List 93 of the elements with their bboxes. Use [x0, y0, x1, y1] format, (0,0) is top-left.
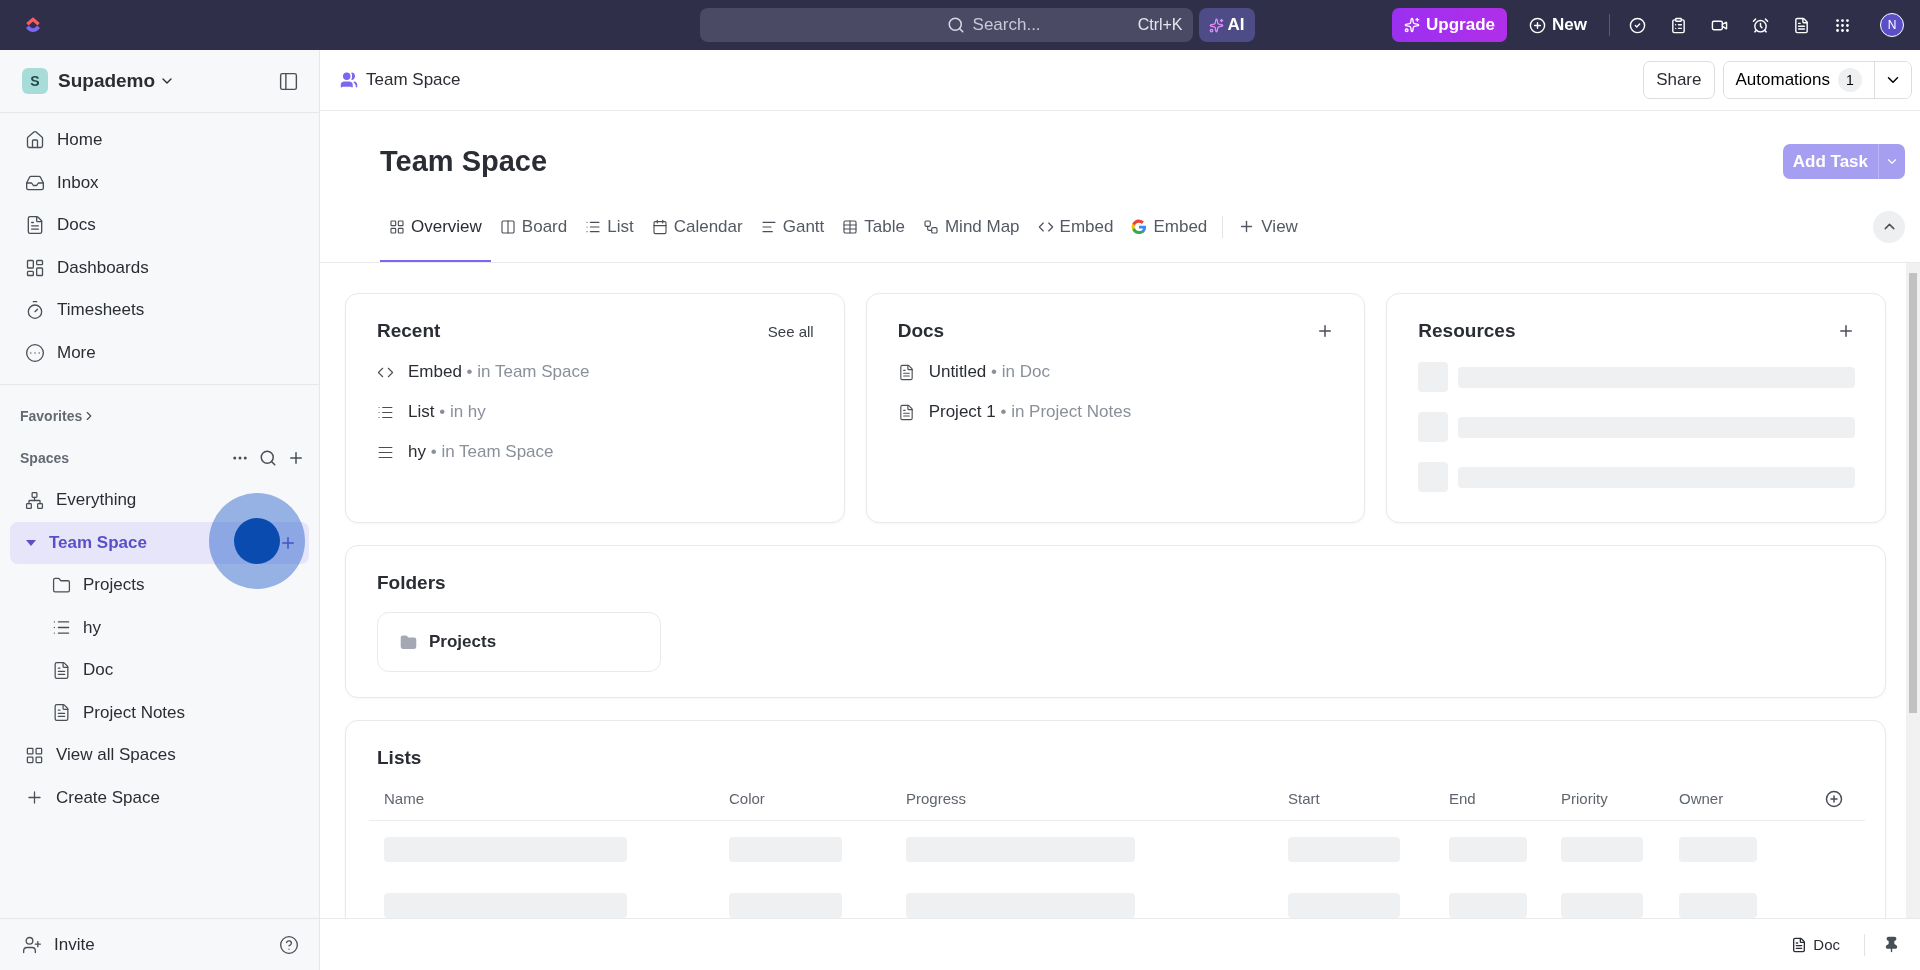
mindmap-icon — [922, 218, 939, 235]
collapse-button[interactable] — [1873, 210, 1905, 243]
pin-icon[interactable] — [1883, 936, 1900, 953]
recent-item[interactable]: hy • in Team Space — [408, 442, 554, 462]
card-title: Folders — [377, 572, 446, 593]
document-icon — [25, 215, 45, 236]
plus-icon — [1529, 16, 1547, 34]
sidebar-item[interactable]: Everything — [10, 479, 309, 522]
board-icon — [499, 218, 516, 235]
section-label: Spaces — [20, 450, 70, 466]
workspace-switcher[interactable]: Supademo — [58, 70, 176, 92]
search-placeholder: Search... — [972, 15, 1041, 35]
scrollbar-thumb[interactable] — [1909, 273, 1917, 713]
sparkle-icon — [1404, 17, 1421, 33]
search-icon[interactable] — [259, 449, 277, 467]
view-tab[interactable]: Board — [490, 191, 577, 262]
sidebar-item[interactable]: hy — [10, 606, 309, 649]
shortcut-hint: Ctrl+K — [1137, 16, 1183, 34]
page-title: Team Space — [380, 145, 548, 178]
add-view-button[interactable]: View — [1229, 191, 1307, 262]
ai-button[interactable]: AI — [1198, 8, 1255, 42]
nav-item[interactable]: Dashboards — [10, 246, 309, 289]
add-icon[interactable] — [287, 449, 305, 467]
see-all-link[interactable]: See all — [767, 322, 814, 340]
sidebar-item[interactable]: Create Space — [10, 776, 309, 819]
folder-tile[interactable]: Projects — [377, 612, 661, 672]
new-button[interactable]: New — [1521, 8, 1595, 42]
sidebar-item[interactable]: Project Notes — [10, 691, 309, 734]
sidebar-item[interactable]: Doc — [10, 649, 309, 692]
logo-icon[interactable] — [24, 15, 42, 35]
column-header: Progress — [906, 790, 968, 807]
folder-icon — [52, 575, 71, 595]
doc-item[interactable]: Project 1 • in Project Notes — [928, 402, 1132, 422]
document-icon — [897, 363, 915, 381]
card-title: Recent — [377, 320, 441, 342]
nav-item[interactable]: Timesheets — [10, 289, 309, 332]
view-tab[interactable]: Gantt — [751, 191, 834, 262]
column-header: Name — [384, 790, 425, 807]
doc-icon — [52, 703, 71, 723]
nav-item[interactable]: Inbox — [10, 161, 309, 204]
add-icon[interactable] — [1837, 322, 1855, 340]
ellipsis-icon — [25, 342, 45, 363]
card-title: Resources — [1418, 320, 1516, 342]
nav-item[interactable]: More — [10, 331, 309, 374]
view-tab[interactable]: Embed — [1028, 191, 1123, 262]
column-header: Priority — [1561, 790, 1609, 807]
nav-item[interactable]: Docs — [10, 204, 309, 247]
search-field[interactable]: Search... Ctrl+K — [699, 8, 1193, 42]
card-title: Lists — [377, 747, 422, 768]
view-tab[interactable]: List — [576, 191, 643, 262]
people-icon — [340, 71, 358, 89]
doc-button[interactable]: Doc — [1785, 935, 1846, 954]
calendar-icon — [651, 218, 668, 235]
document-icon — [897, 403, 915, 421]
view-tab[interactable]: Embed — [1122, 191, 1217, 262]
view-tab[interactable]: Table — [833, 191, 914, 262]
automations-button[interactable]: Automations 1 — [1723, 62, 1875, 98]
overview-icon — [389, 218, 405, 235]
view-tab[interactable]: Calendar — [642, 191, 752, 262]
invite-link[interactable]: Invite — [54, 934, 95, 955]
google-icon — [1131, 218, 1148, 235]
sparkle-icon — [1208, 17, 1224, 33]
user-avatar[interactable]: N — [1880, 13, 1904, 37]
view-tab[interactable]: Mind Map — [913, 191, 1029, 262]
sidebar-item[interactable]: View all Spaces — [10, 734, 309, 777]
share-button[interactable]: Share — [1643, 61, 1715, 99]
recent-item[interactable]: Embed • in Team Space — [408, 362, 590, 382]
workspace-avatar: S — [22, 68, 48, 94]
column-header: Owner — [1679, 790, 1725, 807]
recent-item[interactable]: List • in hy — [408, 402, 486, 422]
nav-item[interactable]: Home — [10, 119, 309, 162]
sidebar-toggle-icon[interactable] — [278, 70, 299, 92]
add-user-icon — [22, 934, 42, 955]
card-title: Docs — [897, 320, 945, 342]
timer-icon — [25, 300, 45, 321]
table-icon — [842, 218, 859, 235]
doc-icon — [52, 660, 71, 680]
home-icon — [25, 130, 45, 151]
dashboard-icon — [25, 257, 45, 278]
help-icon[interactable] — [279, 934, 299, 955]
breadcrumb[interactable]: Team Space — [366, 70, 461, 90]
folder-icon — [400, 633, 417, 651]
document-icon — [1791, 936, 1808, 953]
column-header: Start — [1288, 790, 1321, 807]
count-badge: 1 — [1838, 68, 1862, 92]
sidebar-item[interactable]: Projects — [10, 564, 309, 607]
upgrade-button[interactable]: Upgrade — [1392, 8, 1508, 42]
favorites-toggle[interactable]: Favorites — [20, 408, 83, 424]
column-header: Color — [729, 790, 766, 807]
column-header: End — [1449, 790, 1477, 807]
search-icon — [946, 16, 965, 34]
view-tab[interactable]: Overview — [380, 191, 491, 262]
doc-item[interactable]: Untitled • in Doc — [928, 362, 1050, 382]
